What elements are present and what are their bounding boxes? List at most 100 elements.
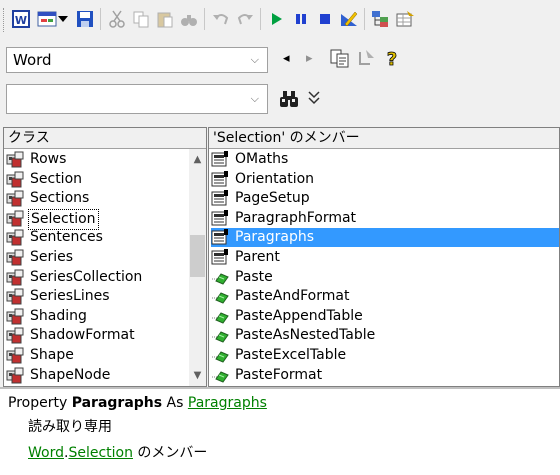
class-list-item[interactable]: SeriesLines	[6, 287, 189, 306]
word-icon[interactable]: W	[10, 8, 32, 30]
classes-scrollbar[interactable]: ▲ ▼	[189, 149, 206, 386]
view-definition-icon	[356, 48, 378, 70]
scroll-up-icon[interactable]: ▲	[189, 151, 206, 168]
method-icon	[211, 347, 229, 364]
class-label: SeriesLines	[30, 288, 110, 305]
member-list-item[interactable]: Orientation	[211, 170, 559, 189]
property-icon	[211, 249, 229, 266]
details-pane: Property Paragraphs As Paragraphs 読み取り専用…	[0, 387, 560, 475]
member-label: Parent	[235, 249, 280, 265]
class-icon	[6, 308, 24, 325]
class-list-item[interactable]: Selection	[6, 208, 189, 230]
class-list-item[interactable]: Section	[6, 170, 189, 189]
dropdown-arrow-icon[interactable]	[56, 8, 70, 30]
reset-icon[interactable]	[314, 8, 336, 30]
member-list-item[interactable]: Paragraphs	[211, 228, 559, 248]
member-label: ParagraphFormat	[235, 209, 357, 226]
members-header: 'Selection' のメンバー	[209, 128, 559, 149]
member-list-item[interactable]: PageSetup	[211, 189, 559, 208]
member-label: OMaths	[235, 151, 289, 167]
class-label: Shape	[30, 347, 74, 363]
class-list-item[interactable]: Series	[6, 248, 189, 267]
member-list-item[interactable]: PasteExcelTable	[211, 346, 559, 365]
class-icon	[6, 210, 24, 227]
class-list-item[interactable]: ShapeNode	[6, 366, 189, 385]
details-membership: Word.Selection のメンバー	[28, 445, 208, 461]
class-icon	[6, 249, 24, 266]
method-icon	[211, 308, 229, 325]
member-label: Paragraphs	[235, 229, 315, 246]
member-label: PasteAsNestedTable	[235, 327, 376, 344]
scroll-down-icon[interactable]: ▼	[189, 367, 206, 384]
member-label: PasteExcelTable	[235, 347, 347, 363]
classes-list: Rows Section Sections Selection Sentences Ser…	[6, 149, 189, 386]
class-list-item[interactable]: SeriesCollection	[6, 268, 189, 287]
details-type-link[interactable]: Paragraphs	[188, 395, 267, 411]
member-label: PasteAppendTable	[235, 307, 363, 324]
toolbar: W	[0, 0, 560, 40]
break-icon[interactable]	[290, 8, 312, 30]
class-label: Section	[30, 170, 83, 187]
class-label: Shading	[30, 307, 87, 324]
scroll-thumb[interactable]	[190, 235, 205, 277]
details-class-link[interactable]: Selection	[68, 445, 133, 461]
class-icon	[6, 288, 24, 305]
toggle-search-results-icon[interactable]	[307, 90, 323, 108]
undo-icon	[210, 8, 232, 30]
property-icon	[211, 151, 229, 168]
back-icon[interactable]: ◂	[283, 51, 290, 66]
copy-to-clipboard-icon[interactable]	[330, 48, 352, 70]
paste-icon	[154, 8, 176, 30]
project-explorer-icon[interactable]	[370, 8, 392, 30]
member-label: PageSetup	[235, 190, 310, 207]
method-icon	[211, 288, 229, 305]
members-list: OMaths Orientation PageSetup ParagraphForma…	[211, 149, 559, 386]
properties-icon[interactable]	[394, 8, 416, 30]
class-icon	[6, 269, 24, 286]
chevron-down-icon[interactable]: ⌵	[251, 53, 259, 67]
property-icon	[211, 229, 229, 246]
search-combo[interactable]: ⌵	[6, 84, 268, 114]
class-icon	[6, 347, 24, 364]
member-list-item[interactable]: PasteAsNestedTable	[211, 326, 559, 345]
class-label: SeriesCollection	[30, 268, 143, 285]
class-list-item[interactable]: Sentences	[6, 228, 189, 247]
class-icon	[6, 367, 24, 384]
help-icon[interactable]: ?	[382, 48, 404, 71]
save-icon[interactable]	[74, 8, 96, 30]
classes-pane: クラス Rows Section Sections Selection Sentence…	[3, 127, 207, 387]
property-icon	[211, 170, 229, 188]
member-list-item[interactable]: OMaths	[211, 150, 559, 169]
classes-header: クラス	[4, 128, 206, 149]
method-icon	[211, 367, 229, 384]
cut-icon	[106, 8, 128, 30]
design-mode-icon[interactable]	[338, 8, 360, 30]
class-list-item[interactable]: Rows	[6, 150, 189, 169]
userform-icon[interactable]	[36, 8, 58, 30]
run-icon[interactable]	[266, 8, 288, 30]
class-list-item[interactable]: ShadowFormat	[6, 326, 189, 345]
chevron-down-icon[interactable]: ⌵	[251, 92, 259, 106]
details-library-link[interactable]: Word	[28, 445, 64, 461]
class-label: Series	[30, 249, 74, 265]
class-list-item[interactable]: Shading	[6, 307, 189, 326]
member-list-item[interactable]: Parent	[211, 248, 559, 267]
property-icon	[211, 190, 229, 207]
class-list-item[interactable]: Sections	[6, 189, 189, 208]
class-list-item[interactable]: Shape	[6, 346, 189, 365]
member-list-item[interactable]: ParagraphFormat	[211, 209, 559, 228]
class-label: Sections	[30, 190, 90, 207]
find-icon	[178, 8, 200, 30]
member-list-item[interactable]: PasteAppendTable	[211, 307, 559, 326]
member-list-item[interactable]: PasteAndFormat	[211, 287, 559, 306]
class-icon	[6, 171, 24, 188]
library-combo[interactable]: Word ⌵	[6, 47, 268, 73]
member-list-item[interactable]: Paste	[211, 268, 559, 287]
details-member-name: Paragraphs	[71, 395, 163, 411]
member-list-item[interactable]: PasteFormat	[211, 366, 559, 385]
class-label: Sentences	[30, 229, 103, 246]
redo-icon	[234, 8, 256, 30]
member-label: Orientation	[235, 170, 315, 187]
toolbar-grip[interactable]	[3, 8, 7, 32]
search-icon[interactable]	[278, 88, 300, 110]
